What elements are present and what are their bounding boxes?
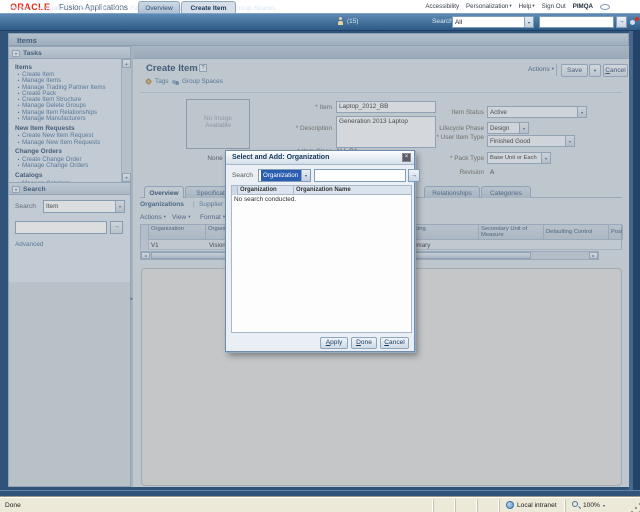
dialog-cancel-button[interactable]: Cancel	[380, 337, 409, 349]
done-button[interactable]: Done	[351, 337, 377, 349]
global-search-input[interactable]	[539, 16, 614, 28]
close-icon[interactable]: ×	[402, 153, 411, 162]
menu-home[interactable]: Home	[10, 5, 28, 12]
menu-navigator[interactable]: Navigator ▾	[37, 5, 70, 12]
global-search-scope-select[interactable]: All ▾	[452, 16, 534, 28]
chevron-down-icon: ▾	[532, 3, 535, 9]
dialog-table-header: Organization Organization Name	[231, 185, 412, 195]
dialog-title: Select and Add: Organization	[226, 151, 414, 165]
menu-recent-items[interactable]: Recent Items ▾	[78, 5, 121, 12]
browser-zoom-level[interactable]: 100%	[583, 502, 600, 509]
chevron-down-icon: ▾	[118, 5, 122, 11]
dialog-results-area: No search conducted.	[231, 195, 412, 333]
window-frame-right-strip	[629, 31, 633, 490]
dialog-search-scope-select[interactable]: Organization ▾	[258, 169, 311, 182]
status-text: Done	[5, 502, 21, 509]
zoom-magnifier-icon	[572, 501, 578, 507]
notifications-person-icon[interactable]	[337, 17, 344, 26]
saved-search-icon[interactable]	[630, 17, 639, 26]
resize-grip[interactable]	[635, 507, 637, 509]
top-links: Accessibility Personalization ▾ Help ▾ Sig…	[425, 3, 610, 10]
browser-status-bar: Done Local intranet 100% ▾	[0, 497, 640, 512]
app-window: ORACLE Fusion Applications Accessibility…	[0, 0, 640, 512]
tab-create-item[interactable]: Create Item	[181, 1, 236, 13]
notification-count[interactable]: (15)	[347, 18, 358, 25]
menu-group-spaces[interactable]: Group Spaces	[233, 5, 275, 12]
chevron-down-icon: ▾	[509, 3, 512, 9]
global-search-label: Search	[432, 18, 453, 25]
accessibility-link[interactable]: Accessibility	[425, 3, 459, 10]
security-zone: Local intranet	[517, 502, 557, 509]
help-menu[interactable]: Help ▾	[519, 3, 535, 10]
window-frame-bottom-line	[0, 490, 640, 491]
dialog-col-organization[interactable]: Organization	[238, 186, 294, 195]
zoom-dropdown-icon[interactable]: ▾	[603, 504, 605, 508]
oracle-ring-icon	[600, 3, 610, 10]
dialog-search-input[interactable]	[314, 169, 406, 182]
chevron-down-icon: ▾	[524, 17, 533, 27]
apply-button[interactable]: Apply	[320, 337, 348, 349]
select-and-add-organization-dialog: Select and Add: Organization × Search Or…	[225, 150, 420, 352]
empty-results-message: No search conducted.	[234, 196, 297, 203]
chevron-down-icon: ▾	[66, 5, 70, 11]
global-search-go-button[interactable]: →	[616, 16, 627, 28]
zone-globe-icon	[506, 501, 514, 509]
chevron-down-icon: ▾	[301, 170, 310, 181]
tab-overview[interactable]: Overview	[138, 1, 180, 13]
window-frame-right	[633, 31, 640, 490]
user-name: PIMQA	[572, 3, 593, 10]
personalization-menu[interactable]: Personalization ▾	[466, 3, 512, 10]
dialog-search-label: Search	[232, 172, 253, 179]
sign-out-link[interactable]: Sign Out	[542, 3, 566, 10]
dialog-col-organization-name[interactable]: Organization Name	[294, 186, 412, 195]
dialog-search-go-button[interactable]: →	[408, 169, 420, 182]
